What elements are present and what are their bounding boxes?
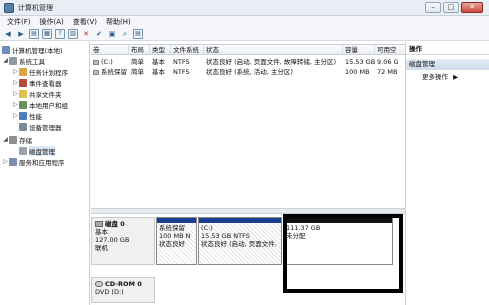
expand-icon[interactable]: ▷ bbox=[12, 79, 19, 86]
navigation-tree: 计算机管理(本地) ◢ 系统工具 ▷ 任务计划程序 ▷ 事件查看器 ▷ 共享文件… bbox=[0, 42, 90, 305]
tree-item-shared-folders[interactable]: ▷ 共享文件夹 bbox=[12, 88, 62, 99]
cdrom-icon bbox=[95, 281, 103, 287]
maximize-button[interactable]: □ bbox=[443, 2, 459, 13]
clock-icon bbox=[19, 67, 27, 76]
highlight-box bbox=[283, 214, 403, 293]
table-row[interactable]: (C:) 简单 基本 NTFS 状态良好 (启动, 页面文件, 故障转储, 主分… bbox=[91, 57, 405, 67]
title-bar: 计算机管理 – □ ✕ bbox=[0, 0, 489, 16]
tools-icon bbox=[9, 56, 17, 65]
tree-item-local-users[interactable]: ▷ 本地用户和组 bbox=[12, 99, 68, 110]
folder-icon bbox=[19, 89, 27, 98]
properties-icon[interactable]: ▦ bbox=[42, 29, 52, 39]
performance-icon bbox=[19, 111, 27, 120]
expand-icon[interactable]: ▷ bbox=[12, 101, 19, 108]
help-icon[interactable]: ? bbox=[55, 29, 65, 39]
tree-item-disk-management[interactable]: 磁盘管理 bbox=[12, 145, 55, 156]
storage-icon bbox=[9, 135, 17, 144]
users-icon bbox=[19, 100, 27, 109]
expand-icon[interactable]: ▷ bbox=[2, 158, 9, 165]
close-button[interactable]: ✕ bbox=[461, 2, 483, 13]
column-layout[interactable]: 布局 bbox=[129, 45, 150, 55]
menu-file[interactable]: 文件(F) bbox=[7, 17, 31, 27]
column-capacity[interactable]: 容量 bbox=[343, 45, 375, 55]
cdrom-0-label[interactable]: CD-ROM 0 DVD (D:) bbox=[91, 277, 155, 303]
tree-item-performance[interactable]: ▷ 性能 bbox=[12, 110, 42, 121]
tree-item-device-manager[interactable]: 设备管理器 bbox=[12, 121, 62, 132]
computer-icon bbox=[2, 45, 10, 54]
expand-icon[interactable]: ▷ bbox=[12, 90, 19, 97]
actions-section-disk-management[interactable]: 磁盘管理 bbox=[406, 59, 489, 70]
device-icon bbox=[19, 122, 27, 131]
check-icon[interactable]: ✔ bbox=[94, 29, 104, 39]
search-icon[interactable]: ⌕ bbox=[120, 29, 130, 39]
menu-help[interactable]: 帮助(H) bbox=[106, 17, 131, 27]
menu-action[interactable]: 操作(A) bbox=[40, 17, 64, 27]
view-icon[interactable]: ▤ bbox=[133, 29, 143, 39]
forward-icon[interactable]: ▶ bbox=[16, 29, 26, 39]
disk-0-label[interactable]: 磁盘 0 基本 127.00 GB 联机 bbox=[91, 217, 155, 265]
tree-item-storage[interactable]: ◢ 存储 bbox=[2, 134, 32, 145]
up-icon[interactable]: ▤ bbox=[29, 29, 39, 39]
chevron-right-icon: ▶ bbox=[453, 73, 459, 81]
volume-list: (C:) 简单 基本 NTFS 状态良好 (启动, 页面文件, 故障转储, 主分… bbox=[91, 56, 405, 208]
tree-item-services-apps[interactable]: ▷ 服务和应用程序 bbox=[2, 156, 65, 167]
close-icon[interactable]: ✕ bbox=[81, 29, 91, 39]
menu-bar: 文件(F) 操作(A) 查看(V) 帮助(H) bbox=[0, 16, 489, 28]
window-controls: – □ ✕ bbox=[425, 2, 483, 13]
more-actions-link[interactable]: 更多操作 ▶ bbox=[406, 72, 489, 83]
partition-c-drive[interactable]: (C:) 15.53 GB NTFS 状态良好 (启动, 页面文件, bbox=[198, 217, 282, 265]
column-type[interactable]: 类型 bbox=[150, 45, 171, 55]
collapse-icon[interactable]: ◢ bbox=[2, 57, 9, 64]
event-icon bbox=[19, 78, 27, 87]
column-free[interactable]: 可用空 bbox=[375, 45, 405, 55]
expand-icon[interactable]: ▷ bbox=[12, 112, 19, 119]
open-icon[interactable]: ▣ bbox=[107, 29, 117, 39]
collapse-icon[interactable]: ◢ bbox=[2, 136, 9, 143]
table-row[interactable]: 系统保留 简单 基本 NTFS 状态良好 (系统, 活动, 主分区) 100 M… bbox=[91, 67, 405, 77]
column-volume[interactable]: 卷 bbox=[91, 45, 129, 55]
expand-icon[interactable]: ▷ bbox=[12, 68, 19, 75]
tree-item-task-scheduler[interactable]: ▷ 任务计划程序 bbox=[12, 66, 68, 77]
grid-icon[interactable]: ▥ bbox=[68, 29, 78, 39]
toolbar: ◀ ▶ ▤ ▦ ? ▥ ✕ ✔ ▣ ⌕ ▤ bbox=[0, 28, 489, 41]
window-title: 计算机管理 bbox=[18, 3, 53, 12]
back-icon[interactable]: ◀ bbox=[3, 29, 13, 39]
menu-view[interactable]: 查看(V) bbox=[73, 17, 97, 27]
tree-item-computer-management[interactable]: 计算机管理(本地) bbox=[2, 44, 63, 55]
actions-title: 操作 bbox=[406, 44, 489, 55]
column-filesystem[interactable]: 文件系统 bbox=[171, 45, 204, 55]
drive-icon bbox=[93, 69, 99, 75]
disk-icon bbox=[95, 221, 103, 227]
tree-item-event-viewer[interactable]: ▷ 事件查看器 bbox=[12, 77, 62, 88]
drive-icon bbox=[93, 59, 99, 65]
services-icon bbox=[9, 157, 17, 166]
volume-list-header: 卷 布局 类型 文件系统 状态 容量 可用空 bbox=[91, 44, 405, 55]
column-status[interactable]: 状态 bbox=[204, 45, 343, 55]
disk-icon bbox=[19, 146, 27, 155]
tree-item-system-tools[interactable]: ◢ 系统工具 bbox=[2, 55, 45, 66]
actions-pane: 操作 磁盘管理 更多操作 ▶ bbox=[405, 42, 489, 305]
partition-system-reserved[interactable]: 系统保留 100 MB N 状态良好 bbox=[156, 217, 197, 265]
minimize-button[interactable]: – bbox=[425, 2, 441, 13]
computer-management-icon bbox=[4, 2, 14, 13]
